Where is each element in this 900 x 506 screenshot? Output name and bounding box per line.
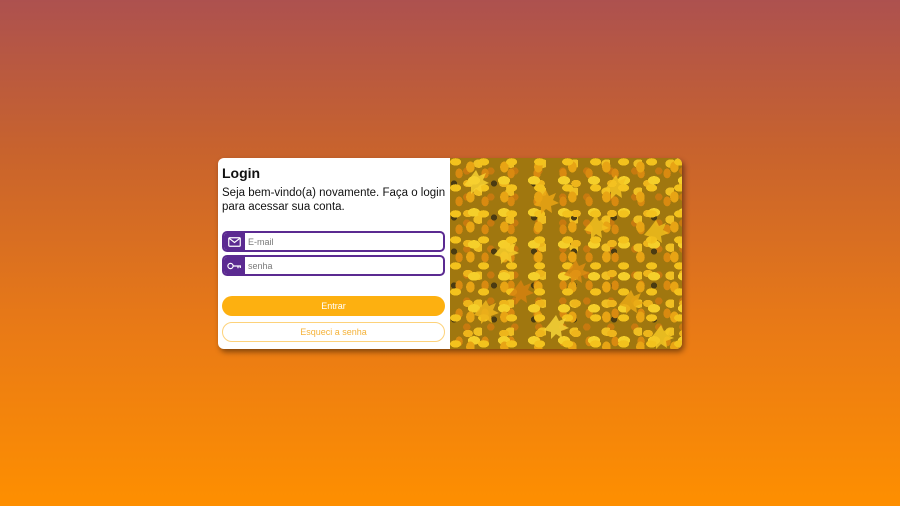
login-subtitle: Seja bem-vindo(a) novamente. Faça o logi… bbox=[222, 187, 446, 213]
login-button[interactable]: Entrar bbox=[222, 296, 445, 316]
email-input[interactable] bbox=[245, 233, 443, 250]
email-field bbox=[222, 231, 445, 252]
forgot-password-button[interactable]: Esqueci a senha bbox=[222, 322, 445, 342]
password-field bbox=[222, 255, 445, 276]
leaves-decoration bbox=[464, 170, 674, 349]
key-icon bbox=[224, 257, 245, 274]
envelope-icon bbox=[224, 233, 245, 250]
login-form: Login Seja bem-vindo(a) novamente. Faça … bbox=[218, 158, 450, 349]
login-title: Login bbox=[222, 165, 261, 181]
login-card: Login Seja bem-vindo(a) novamente. Faça … bbox=[218, 158, 682, 349]
autumn-leaves-image bbox=[450, 158, 682, 349]
password-input[interactable] bbox=[245, 257, 443, 274]
